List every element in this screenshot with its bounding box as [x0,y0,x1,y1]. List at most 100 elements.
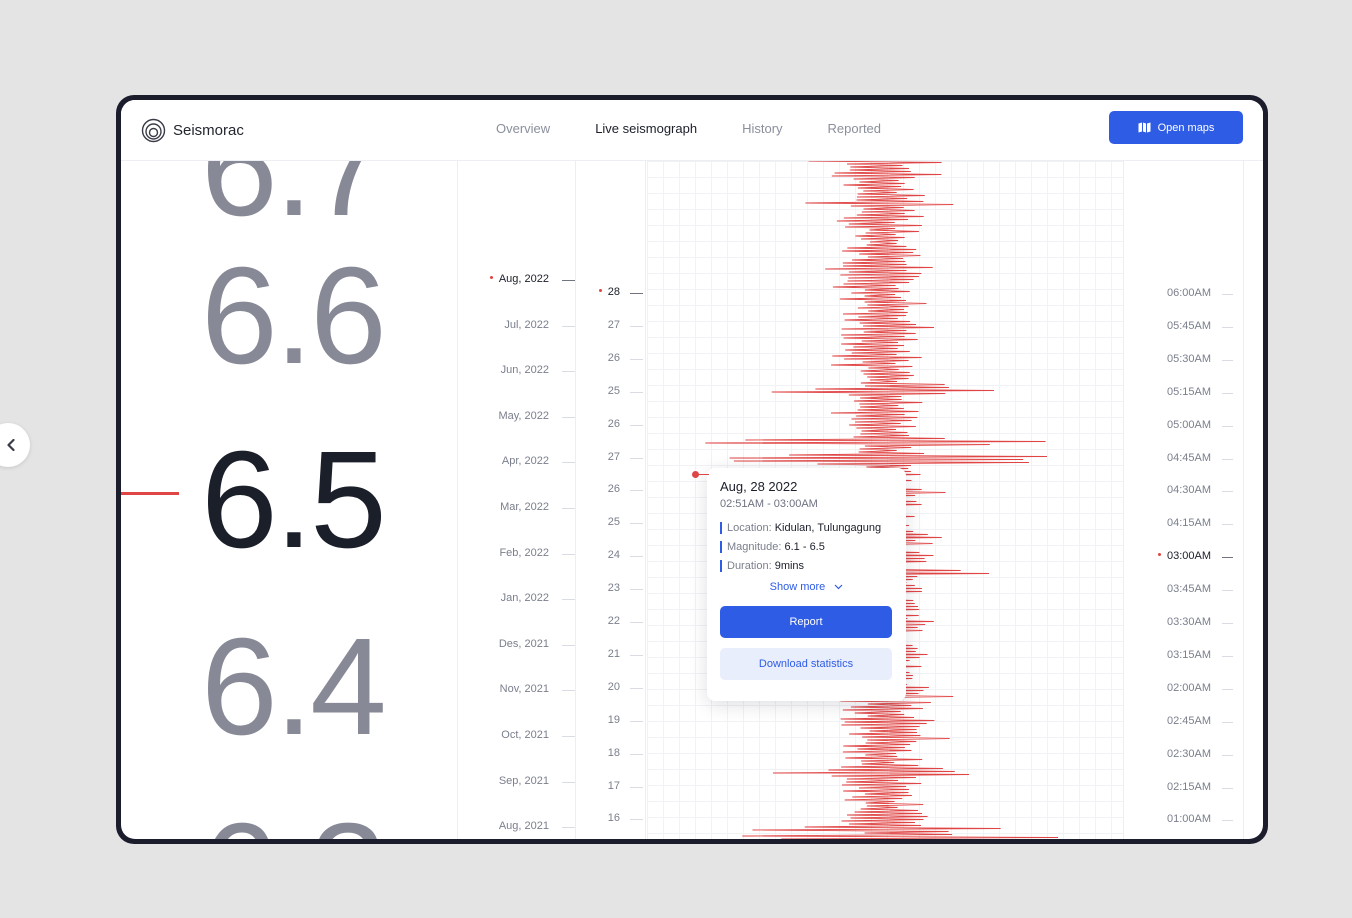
time-item[interactable]: 04:45AM [1121,451,1233,464]
scale-tick [630,523,643,525]
time-item[interactable]: 06:00AM [1121,287,1233,299]
time-item[interactable]: 05:15AM [1121,386,1233,398]
day-item[interactable]: 16 [560,812,643,825]
month-item[interactable]: Oct, 2021 [458,729,575,741]
time-item[interactable]: 05:30AM [1121,353,1233,365]
month-item-label: Jan, 2022 [500,592,549,605]
scale-tick [1222,491,1233,493]
time-item[interactable]: 05:45AM [1121,319,1233,332]
time-item[interactable]: 04:15AM [1121,517,1233,530]
time-item[interactable]: 02:00AM [1121,682,1233,694]
scale-tick [1222,326,1233,328]
day-item[interactable]: 25 [560,385,643,397]
spiral-logo-icon [141,118,166,143]
day-item[interactable]: 25 [560,516,643,529]
month-item[interactable]: Des, 2021 [458,638,575,650]
day-item[interactable]: 27 [560,319,643,331]
day-item[interactable]: 26 [560,352,643,364]
open-maps-button[interactable]: Open maps [1109,111,1243,144]
logo[interactable]: Seismorac [141,118,244,143]
day-item-active[interactable]: 28 [560,286,643,298]
time-item[interactable]: 03:15AM [1121,649,1233,661]
month-item[interactable]: Mar, 2022 [458,501,575,513]
month-item-label: Oct, 2021 [501,729,549,741]
month-item[interactable]: Aug, 2021 [458,820,575,832]
time-item[interactable]: 02:15AM [1121,780,1233,793]
day-item[interactable]: 22 [560,615,643,627]
time-item[interactable]: 01:00AM [1121,813,1233,825]
month-item[interactable]: Sep, 2021 [458,775,575,787]
scale-tick [1222,754,1233,756]
day-item-label: 18 [607,746,620,759]
month-item[interactable]: Jun, 2022 [458,364,575,376]
day-item-label: 25 [607,516,620,529]
nav-history[interactable]: History [742,121,782,136]
current-magnitude-value: 6.5 [201,423,387,577]
day-item[interactable]: 21 [560,647,643,660]
device-frame: Seismorac Overview Live seismograph Hist… [116,95,1268,844]
nav-overview[interactable]: Overview [496,121,550,136]
day-item[interactable]: 17 [560,780,643,792]
main-nav: Overview Live seismograph History Report… [496,121,926,136]
month-item[interactable]: Jan, 2022 [458,592,575,604]
time-item-label: 04:15AM [1166,517,1211,530]
day-item-label: 23 [607,582,620,595]
scale-tick [1222,787,1233,789]
time-item[interactable]: 02:30AM [1121,748,1233,760]
day-item[interactable]: 23 [560,582,643,595]
month-item[interactable]: Apr, 2022 [458,455,575,467]
month-item[interactable]: May, 2022 [458,410,575,422]
duration-label: Duration: [727,560,772,572]
nav-live-seismograph[interactable]: Live seismograph [595,121,697,136]
month-item-label: May, 2022 [498,409,549,422]
event-popup: Aug, 28 2022 02:51AM - 03:00AM Location:… [707,468,906,701]
magnitude-value: 6.6 [201,239,387,393]
time-item[interactable]: 03:30AM [1121,616,1233,628]
day-item[interactable]: 27 [560,451,643,463]
show-more-link[interactable]: Show more [720,581,893,593]
month-item-label: Mar, 2022 [500,501,549,513]
download-statistics-button[interactable]: Download statistics [720,648,892,680]
nav-reported[interactable]: Reported [828,121,881,136]
time-item-label: 04:45AM [1166,451,1211,464]
month-item-label: Nov, 2021 [499,683,549,696]
day-item-label: 16 [607,812,620,825]
time-item[interactable]: 02:45AM [1121,715,1233,727]
scale-tick [562,508,575,509]
time-item-label: 02:15AM [1166,780,1211,793]
day-item[interactable]: 24 [560,549,643,561]
previous-arrow-button[interactable] [0,423,30,467]
time-item-label: 05:45AM [1166,319,1211,332]
event-time-range: 02:51AM - 03:00AM [720,498,818,510]
time-item[interactable]: 03:45AM [1121,583,1233,595]
day-item[interactable]: 26 [560,483,643,495]
duration-value: 9mins [774,560,805,572]
month-item[interactable]: Nov, 2021 [458,683,575,695]
day-item[interactable]: 18 [560,746,643,759]
scale-tick [1222,524,1233,526]
time-item[interactable]: 05:00AM [1121,419,1233,431]
scale-tick [1222,359,1233,361]
scale-tick [630,753,643,755]
show-more-label: Show more [769,581,826,593]
scale-tick [630,391,643,393]
scale-tick [1222,721,1233,723]
day-item-label: 26 [607,417,620,430]
download-statistics-label: Download statistics [758,658,854,670]
time-item-active[interactable]: 03:00AM [1121,550,1233,562]
day-item[interactable]: 19 [560,714,643,726]
scale-tick [1222,688,1233,690]
month-item[interactable]: Jul, 2022 [458,319,575,331]
report-button[interactable]: Report [720,606,892,638]
scale-tick [1222,623,1233,624]
month-item[interactable]: Feb, 2022 [458,547,575,559]
day-item[interactable]: 26 [560,417,643,430]
day-item-label: 22 [607,615,620,627]
day-item-label: 21 [607,647,620,660]
time-item[interactable]: 04:30AM [1121,484,1233,496]
month-item-label: Feb, 2022 [499,546,549,559]
event-date: Aug, 28 2022 [720,479,798,494]
month-item-active[interactable]: Aug, 2022 [458,273,575,285]
scale-tick [562,599,575,601]
day-item[interactable]: 20 [560,681,643,693]
